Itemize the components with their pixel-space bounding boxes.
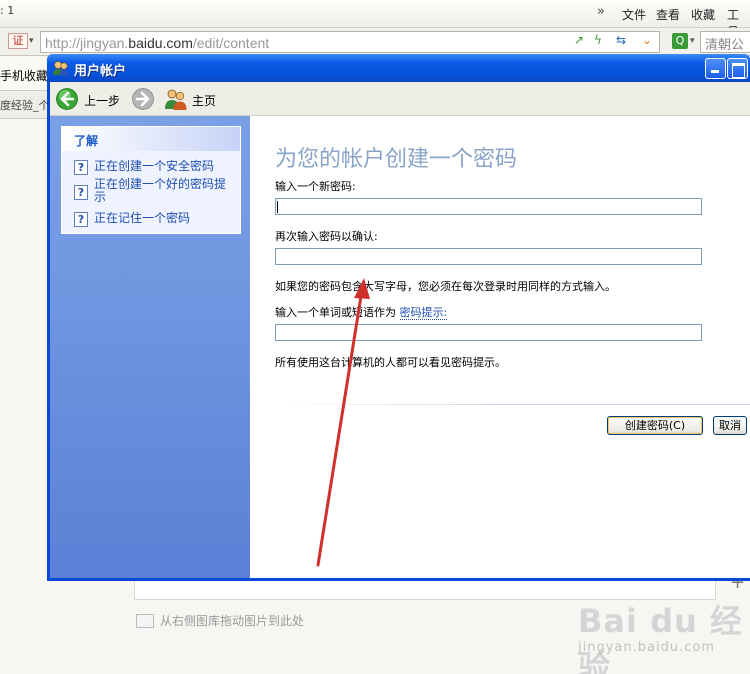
case-sensitivity-note: 如果您的密码包含大写字母，您必须在每次登录时用同样的方式输入。	[275, 280, 616, 293]
search-input[interactable]: 清朝公	[700, 31, 750, 53]
share-icon[interactable]: ↗	[572, 33, 586, 47]
drag-image-hint: 从右侧图库拖动图片到此处	[136, 612, 304, 629]
menu-overflow-chevrons[interactable]: »	[597, 4, 605, 19]
certificate-badge[interactable]: 证	[8, 33, 28, 49]
browser-menubar: : 1 » 文件 查看 收藏 工具	[0, 0, 750, 39]
password-hint-label: 输入一个单词或短语作为 密码提示:	[275, 306, 448, 320]
learn-item-label: 正在创建一个好的密码提示	[94, 177, 227, 204]
search-placeholder: 清朝公	[705, 38, 745, 53]
user-accounts-window: 用户帐户 上一步 主页 了解 ? 正在创建一个安全密码 ? 正在创建一个好的密码…	[47, 54, 750, 581]
browser-addressbar: s 证 ▾ http://jingyan.baidu.com/edit/cont…	[0, 28, 750, 56]
cancel-button[interactable]: 取消	[713, 416, 747, 435]
task-side-pane: 了解 ? 正在创建一个安全密码 ? 正在创建一个好的密码提示 ? 正在记住一个密…	[50, 116, 250, 578]
home-button[interactable]: 主页	[164, 86, 224, 112]
back-arrow-icon	[56, 88, 78, 110]
learn-item-password-hint[interactable]: ? 正在创建一个好的密码提示	[74, 178, 239, 206]
password-hint-link[interactable]: 密码提示:	[399, 306, 448, 320]
watermark-logo: Bai du 经验	[578, 602, 743, 674]
forward-button[interactable]	[130, 86, 156, 112]
confirm-password-input[interactable]	[275, 248, 702, 265]
help-icon: ?	[74, 160, 88, 175]
help-icon: ?	[74, 212, 88, 227]
image-icon	[136, 614, 154, 628]
url-text: http://jingyan.baidu.com/edit/content	[45, 35, 270, 51]
home-label: 主页	[192, 94, 217, 108]
learn-about-header: 了解	[62, 127, 240, 151]
learn-about-box: 了解 ? 正在创建一个安全密码 ? 正在创建一个好的密码提示 ? 正在记住一个密…	[61, 126, 241, 234]
forward-arrow-icon	[132, 88, 154, 110]
confirm-password-label: 再次输入密码以确认:	[275, 230, 378, 243]
user-accounts-icon	[53, 61, 69, 76]
window-border-bottom	[47, 578, 750, 581]
lightning-icon[interactable]: ϟ	[591, 33, 605, 47]
menu-favorites[interactable]: 收藏	[691, 6, 715, 23]
search-engine-dropdown-icon[interactable]: ▾	[690, 36, 695, 46]
create-password-pane: 为您的帐户创建一个密码 输入一个新密码: 再次输入密码以确认: 如果您的密码包含…	[250, 116, 750, 578]
minimize-button[interactable]	[705, 58, 726, 79]
watermark-url: jingyan.baidu.com	[578, 640, 715, 655]
cert-dropdown-icon[interactable]: ▾	[29, 36, 34, 46]
browser-tab-fragment: : 1	[0, 4, 15, 17]
hint-visibility-note: 所有使用这台计算机的人都可以看见密码提示。	[275, 356, 506, 369]
maximize-button[interactable]	[727, 58, 748, 79]
back-button[interactable]: 上一步	[54, 86, 124, 112]
new-password-label: 输入一个新密码:	[275, 180, 356, 193]
refresh-icon[interactable]: ⇆	[614, 33, 628, 47]
menu-file[interactable]: 文件	[622, 6, 646, 23]
chevron-down-icon[interactable]: ⌄	[640, 33, 654, 47]
window-titlebar[interactable]: 用户帐户	[47, 54, 750, 82]
create-password-button[interactable]: 创建密码(C)	[607, 416, 703, 435]
new-password-input[interactable]	[275, 198, 702, 215]
learn-about-title: 了解	[74, 134, 99, 148]
text-caret	[277, 201, 278, 213]
browser-tab-title: 度经验_个	[0, 99, 50, 112]
window-title: 用户帐户	[74, 64, 127, 79]
learn-item-label: 正在记住一个密码	[94, 211, 191, 225]
learn-item-remember-password[interactable]: ? 正在记住一个密码	[74, 210, 239, 227]
learn-item-label: 正在创建一个安全密码	[94, 159, 215, 173]
learn-item-secure-password[interactable]: ? 正在创建一个安全密码	[74, 158, 239, 175]
baidu-jingyan-watermark: Bai du 经验 jingyan.baidu.com	[578, 596, 750, 674]
help-icon: ?	[74, 185, 88, 200]
page-title: 为您的帐户创建一个密码	[275, 147, 518, 172]
url-input[interactable]: http://jingyan.baidu.com/edit/content	[40, 31, 660, 53]
password-hint-input[interactable]	[275, 324, 702, 341]
users-home-icon	[165, 89, 187, 110]
menu-view[interactable]: 查看	[656, 6, 680, 23]
navigation-toolbar: 上一步 主页	[50, 82, 750, 116]
separator	[275, 404, 750, 405]
bookmark-mobile-favorites[interactable]: 手机收藏	[0, 67, 48, 84]
back-label: 上一步	[84, 94, 121, 108]
search-engine-icon[interactable]: Q	[672, 33, 688, 49]
